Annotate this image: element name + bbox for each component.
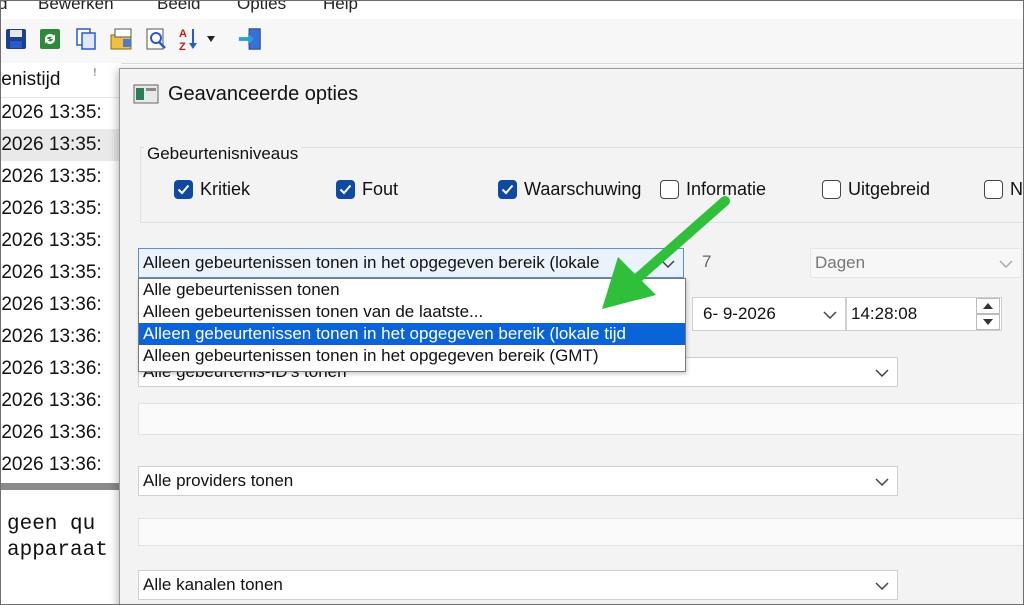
event-ids-field[interactable] [138,403,1023,435]
pane-splitter[interactable] [1,483,121,490]
range-option[interactable]: Alleen gebeurtenissen tonen in het opgeg… [139,345,685,367]
providers-field[interactable] [138,518,1023,546]
dialog-app-icon [133,83,159,105]
annotation-arrow-icon [602,196,730,309]
list-item[interactable]: -2026 13:35: [1,129,121,161]
time-spinner[interactable] [972,296,1002,332]
check-icon [336,180,355,199]
toolbar: AZ [1,19,1023,64]
providers-select[interactable]: Alle providers tonen [138,466,898,496]
range-unit-select[interactable]: Dagen [810,248,1022,278]
list-item[interactable]: -2026 13:35: [1,161,121,193]
menu-help[interactable]: Help [323,1,358,14]
chevron-down-icon [823,304,837,324]
chevron-down-icon [999,253,1013,273]
properties-icon[interactable] [109,26,135,52]
list-item[interactable]: -2026 13:35: [1,225,121,257]
list-item[interactable]: -2026 13:36: [1,289,121,321]
list-item[interactable]: -2026 13:36: [1,353,121,385]
chevron-down-icon [875,362,889,382]
menu-view[interactable]: Beeld [157,1,200,14]
menu-file[interactable]: d [1,1,7,14]
checkbox-n[interactable]: N [984,179,1023,200]
event-levels-label: Gebeurtenisniveaus [144,144,302,164]
checkbox-kritiek[interactable]: Kritiek [174,179,250,200]
detail-pane: geen qu apparaat [1,490,121,604]
save-icon[interactable] [3,26,29,52]
check-icon [174,180,193,199]
event-list: -2026 13:35: -2026 13:35: -2026 13:35: -… [1,97,121,481]
column-header-time[interactable]: tenistijd ꜝ [1,63,121,98]
detail-line: geen qu [7,513,96,536]
menu-edit[interactable]: Bewerken [38,1,114,14]
range-option[interactable]: Alleen gebeurtenissen tonen in het opgeg… [139,323,685,345]
checkbox-uitgebreid[interactable]: Uitgebreid [822,179,930,200]
spin-up-icon[interactable] [976,298,1000,314]
check-icon [498,180,517,199]
menu-options[interactable]: Opties [237,1,286,14]
sort-az-icon[interactable]: AZ [177,26,217,52]
chevron-down-icon [875,471,889,491]
list-item[interactable]: -2026 13:35: [1,257,121,289]
find-icon[interactable] [143,26,169,52]
dialog-title: Geavanceerde opties [168,83,359,105]
detail-line: apparaat [7,539,108,562]
chevron-down-icon [875,575,889,595]
advanced-options-dialog: Geavanceerde opties Gebeurtenisniveaus K… [119,68,1023,604]
list-item[interactable]: -2026 13:36: [1,417,121,449]
sort-indicator-icon: ꜝ [93,69,97,85]
app-window: d Bewerken Beeld Opties Help AZ tenistij… [0,0,1024,605]
list-item[interactable]: -2026 13:36: [1,449,121,481]
list-item[interactable]: -2026 13:36: [1,321,121,353]
copy-icon[interactable] [73,26,99,52]
checkbox-fout[interactable]: Fout [336,179,398,200]
svg-text:Z: Z [179,41,186,52]
menu-bar: d Bewerken Beeld Opties Help [1,1,1023,19]
exit-icon[interactable] [237,26,263,52]
list-item[interactable]: -2026 13:36: [1,385,121,417]
list-item[interactable]: -2026 13:35: [1,193,121,225]
channels-select[interactable]: Alle kanalen tonen [138,570,898,600]
list-item[interactable]: -2026 13:35: [1,97,121,129]
refresh-icon[interactable] [37,26,63,52]
svg-text:A: A [179,28,187,40]
spin-down-icon[interactable] [976,314,1000,330]
